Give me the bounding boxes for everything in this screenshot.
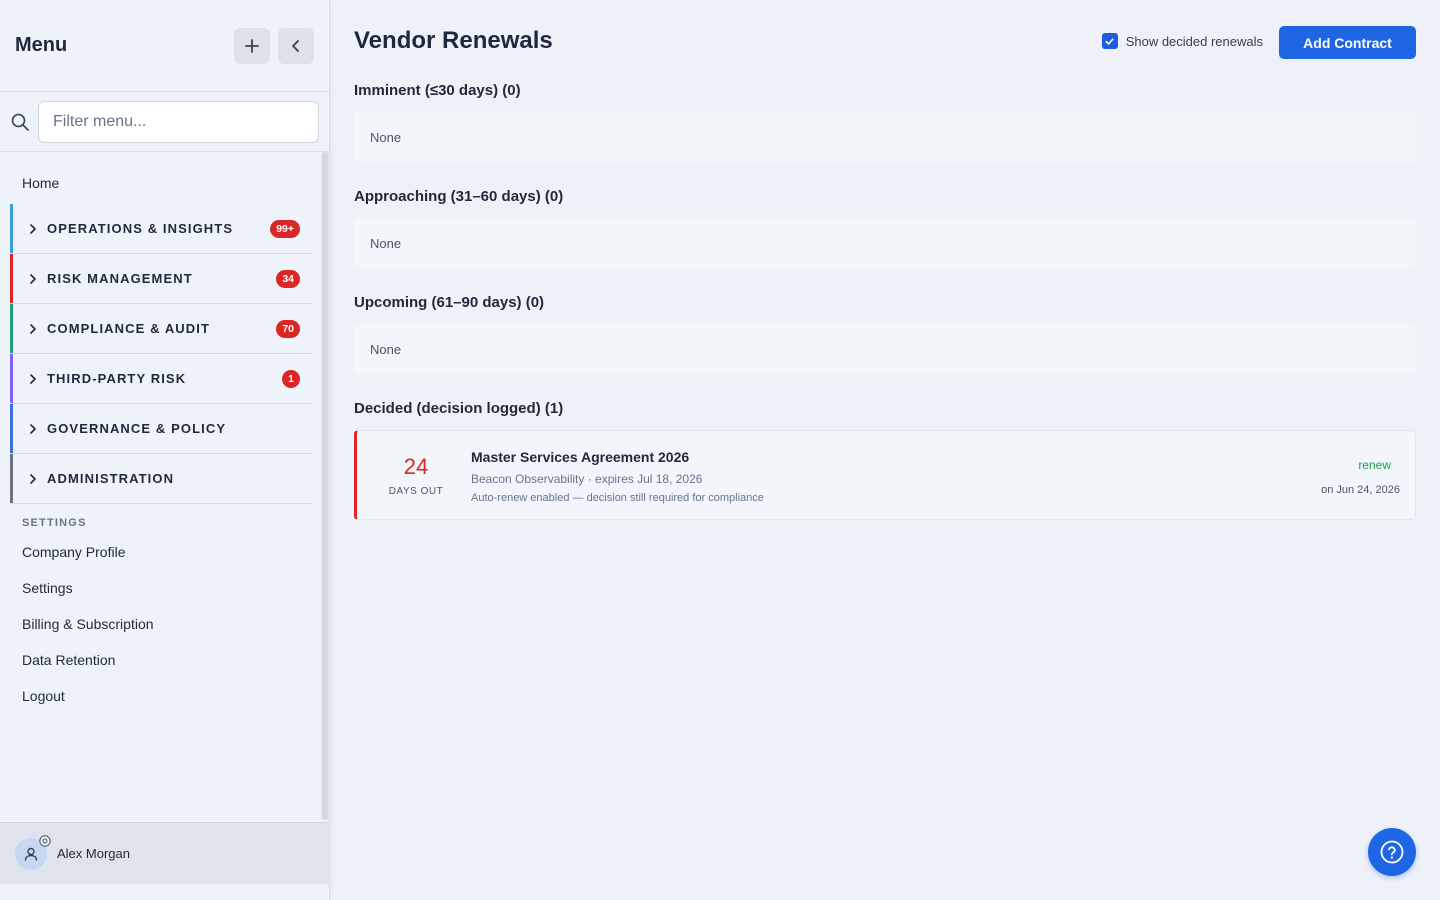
nav-group-compliance-audit[interactable]: COMPLIANCE & AUDIT 70	[10, 304, 312, 354]
nav-group-label: ADMINISTRATION	[47, 471, 175, 486]
nav-group-label: RISK MANAGEMENT	[47, 271, 193, 286]
nav-settings[interactable]: Settings	[0, 570, 322, 606]
decision-date: on Jun 24, 2026	[1321, 484, 1400, 496]
sidebar-search	[0, 92, 329, 152]
chevron-right-icon	[30, 273, 36, 284]
sidebar-header: Menu	[0, 0, 329, 92]
nav-group-label: GOVERNANCE & POLICY	[47, 421, 227, 436]
check-icon	[1105, 37, 1114, 45]
chevron-right-icon	[30, 423, 36, 434]
nav-group-administration[interactable]: ADMINISTRATION	[10, 454, 312, 504]
count-badge: 34	[276, 269, 300, 288]
chevron-left-icon	[292, 39, 299, 52]
sidebar-nav: Home OPERATIONS & INSIGHTS 99+ RISK MANA…	[0, 152, 322, 822]
add-menu-button[interactable]	[234, 27, 270, 64]
filter-menu-input[interactable]	[38, 100, 319, 143]
empty-state: None	[354, 112, 1416, 162]
section-heading-approaching: Approaching (31–60 days) (0)	[354, 188, 564, 205]
nav-group-governance-policy[interactable]: GOVERNANCE & POLICY	[10, 404, 312, 454]
help-button[interactable]	[1368, 828, 1416, 876]
show-decided-label: Show decided renewals	[1125, 33, 1263, 49]
decision-status: renew	[1358, 458, 1391, 472]
search-icon	[11, 113, 29, 131]
sidebar: Menu Home OPERATIONS & INSIGHTS 99+ RISK…	[0, 0, 330, 900]
add-contract-button[interactable]: Add Contract	[1279, 26, 1416, 59]
show-decided-toggle[interactable]: Show decided renewals	[1101, 33, 1263, 49]
days-out-label: DAYS OUT	[388, 486, 444, 497]
chevron-right-icon	[30, 373, 36, 384]
chevron-right-icon	[30, 323, 36, 334]
gear-icon	[39, 834, 51, 847]
avatar[interactable]	[15, 834, 51, 870]
nav-group-operations-insights[interactable]: OPERATIONS & INSIGHTS 99+	[10, 204, 312, 254]
days-out-count: 24	[403, 454, 429, 479]
section-heading-upcoming: Upcoming (61–90 days) (0)	[354, 294, 545, 311]
main-content: Vendor Renewals Show decided renewals Ad…	[330, 0, 1440, 900]
help-icon	[1380, 840, 1404, 864]
empty-state: None	[354, 324, 1416, 374]
sidebar-scrollbar-thumb[interactable]	[322, 152, 328, 820]
count-badge: 70	[276, 319, 300, 338]
contract-vendor-expiry: Beacon Observability · expires Jul 18, 2…	[471, 472, 703, 486]
show-decided-checkbox[interactable]	[1101, 33, 1118, 49]
contract-note: Auto-renew enabled — decision still requ…	[471, 492, 764, 504]
renewal-card[interactable]: 24 DAYS OUT Master Services Agreement 20…	[354, 430, 1416, 520]
nav-group-third-party-risk[interactable]: THIRD-PARTY RISK 1	[10, 354, 312, 404]
chevron-right-icon	[30, 223, 36, 234]
nav-group-risk-management[interactable]: RISK MANAGEMENT 34	[10, 254, 312, 304]
page-title: Vendor Renewals	[354, 27, 553, 54]
nav-group-label: COMPLIANCE & AUDIT	[47, 321, 211, 336]
collapse-sidebar-button[interactable]	[278, 27, 314, 64]
nav-home[interactable]: Home	[0, 165, 322, 201]
settings-section-label: SETTINGS	[22, 517, 87, 529]
contract-title: Master Services Agreement 2026	[471, 449, 690, 465]
sidebar-title: Menu	[15, 34, 68, 56]
empty-state: None	[354, 218, 1416, 268]
user-name: Alex Morgan	[57, 846, 130, 861]
nav-billing-subscription[interactable]: Billing & Subscription	[0, 606, 322, 642]
count-badge: 99+	[270, 219, 300, 238]
plus-icon	[245, 38, 259, 53]
section-heading-imminent: Imminent (≤30 days) (0)	[354, 82, 521, 99]
nav-data-retention[interactable]: Data Retention	[0, 642, 322, 678]
nav-company-profile[interactable]: Company Profile	[0, 534, 322, 570]
user-profile[interactable]: Alex Morgan	[0, 822, 330, 884]
section-heading-decided: Decided (decision logged) (1)	[354, 400, 564, 417]
user-icon	[24, 847, 38, 861]
nav-logout[interactable]: Logout	[0, 678, 322, 714]
nav-group-label: THIRD-PARTY RISK	[47, 371, 187, 386]
nav-group-label: OPERATIONS & INSIGHTS	[47, 221, 234, 236]
count-badge: 1	[282, 369, 300, 388]
chevron-right-icon	[30, 473, 36, 484]
